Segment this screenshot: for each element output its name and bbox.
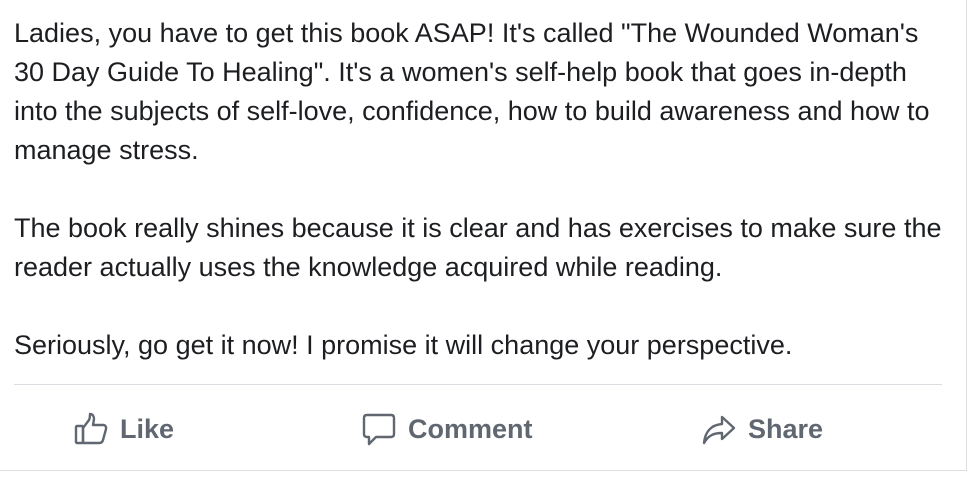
post-paragraph: Seriously, go get it now! I promise it w… — [14, 330, 793, 360]
like-button[interactable]: Like — [72, 403, 174, 455]
post-card: Ladies, you have to get this book ASAP! … — [0, 0, 967, 471]
post-text: Ladies, you have to get this book ASAP! … — [14, 14, 954, 365]
share-label: Share — [748, 413, 824, 444]
like-label: Like — [120, 413, 175, 444]
comment-label: Comment — [408, 413, 533, 444]
comment-button[interactable]: Comment — [360, 403, 533, 455]
post-paragraph: The book really shines because it is cle… — [14, 213, 942, 282]
action-divider — [14, 384, 942, 385]
share-button[interactable]: Share — [700, 403, 823, 455]
share-arrow-icon — [700, 410, 738, 448]
speech-bubble-icon — [360, 410, 398, 448]
post-actions-bar: Like Comment Share — [0, 403, 966, 455]
thumbs-up-icon — [72, 410, 110, 448]
post-paragraph: Ladies, you have to get this book ASAP! … — [14, 18, 930, 165]
